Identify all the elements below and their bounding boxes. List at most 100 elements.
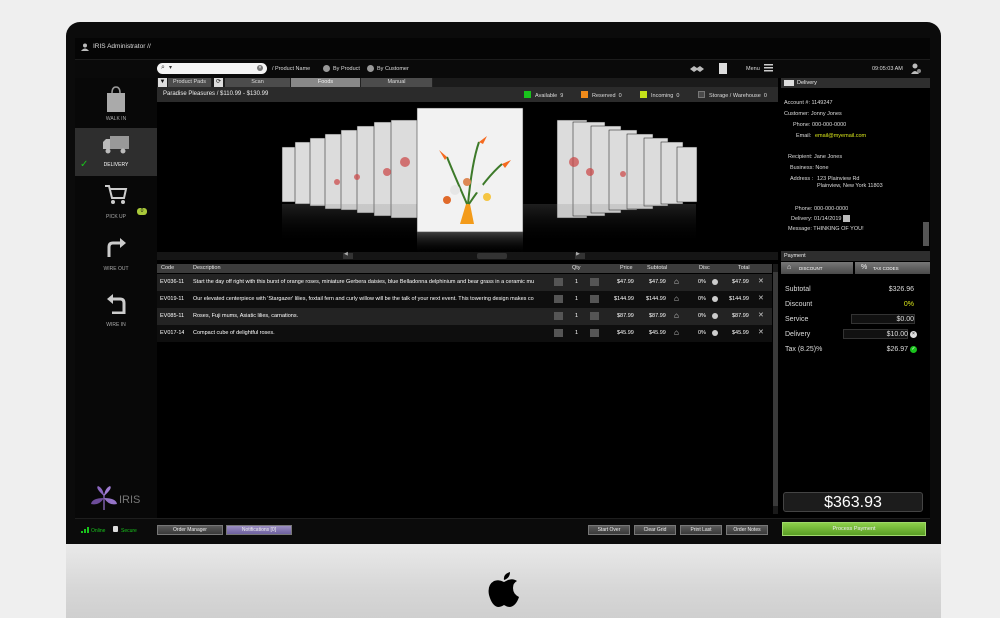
product-pads-icon[interactable]: ▼ (158, 78, 167, 87)
recipient-address-line1: 123 Plainview Rd (817, 176, 860, 182)
order-notes-button[interactable]: Order Notes (726, 525, 768, 535)
row-minus-button[interactable] (554, 329, 563, 337)
search-input[interactable]: ⌕ ▾ × (157, 63, 267, 74)
legend-available: Available 9 (524, 91, 563, 99)
discount-clear-icon[interactable] (712, 296, 718, 302)
table-row[interactable]: EV085-11 Roses, Fuji mums, Asiatic lilie… (157, 308, 772, 325)
tab-foods[interactable]: Foods (291, 78, 361, 87)
discount-clear-icon[interactable] (712, 330, 718, 336)
start-over-button[interactable]: Start Over (588, 525, 630, 535)
tax-codes-button[interactable]: % TAX CODES (855, 262, 930, 274)
row-plus-button[interactable] (590, 312, 599, 320)
row-subtotal: $45.99 (649, 330, 666, 336)
payment-header: Payment (781, 251, 930, 261)
by-customer-radio[interactable] (367, 65, 374, 72)
col-qty: Qty (572, 265, 581, 271)
tag-icon[interactable]: ⌂ (674, 294, 679, 303)
col-code: Code (161, 265, 175, 271)
sidebar-item-delivery[interactable]: ✓ DELIVERY (75, 128, 157, 176)
user-settings-icon[interactable] (911, 63, 921, 74)
row-minus-button[interactable] (554, 295, 563, 303)
online-status: Online (91, 528, 106, 534)
filter-icon: ▾ (169, 65, 173, 71)
delivery-scrollbar[interactable] (923, 222, 929, 246)
customer-name: Customer: Jonny Jones (784, 111, 842, 117)
table-row[interactable]: EV017-14 Compact cube of delightful rose… (157, 325, 772, 342)
legend-reserved: Reserved 0 (581, 91, 622, 99)
shopping-cart-icon (104, 184, 128, 206)
signal-icon (81, 527, 89, 533)
row-delete-icon[interactable]: ✕ (758, 277, 764, 285)
row-disc: 0% (698, 279, 706, 285)
tag-icon[interactable]: ⌂ (674, 328, 679, 337)
menu-icon[interactable] (764, 64, 773, 72)
product-tabs: ▼ Product Pads ⟳ Scan Foods Manual (157, 78, 778, 87)
by-product-label: By Product (333, 66, 360, 72)
print-last-button[interactable]: Print Last (680, 525, 722, 535)
table-row[interactable]: EV019-11 Our elevated centerpiece with '… (157, 291, 772, 308)
discount-clear-icon[interactable] (712, 279, 718, 285)
col-subtotal: Subtotal (647, 265, 668, 271)
row-disc: 0% (698, 296, 706, 302)
tag-icon[interactable]: ⌂ (674, 311, 679, 320)
tab-product-pads[interactable]: Product Pads (168, 78, 212, 87)
row-code: EV036-11 (160, 279, 185, 285)
row-delete-icon[interactable]: ✕ (758, 311, 764, 319)
row-minus-button[interactable] (554, 278, 563, 286)
sidebar-item-pick-up[interactable]: 0 PICK UP (75, 180, 157, 226)
product-carousel[interactable]: ◀ ▶ (157, 102, 778, 262)
sidebar-item-walk-in[interactable]: WALK IN (75, 82, 157, 128)
discount-clear-icon[interactable] (712, 313, 718, 319)
col-description: Description (193, 265, 221, 271)
reserved-swatch (581, 91, 588, 98)
user-icon (81, 43, 89, 51)
by-product-radio[interactable] (323, 65, 330, 72)
product-name-label: / Product Name (272, 66, 311, 72)
carousel-prev-icon[interactable]: ◀ (344, 251, 348, 257)
row-description: Roses, Fuji mums, Asiatic lilies, carnat… (193, 313, 299, 319)
row-total: $45.99 (732, 330, 749, 336)
by-customer-label: By Customer (377, 66, 409, 72)
table-row[interactable]: EV036-11 Start the day off right with th… (157, 274, 772, 291)
row-plus-button[interactable] (590, 329, 599, 337)
notifications-button[interactable]: Notifications [0] (226, 525, 292, 535)
row-plus-button[interactable] (590, 295, 599, 303)
row-minus-button[interactable] (554, 312, 563, 320)
sidebar-label: DELIVERY (103, 162, 129, 168)
table-scrollbar[interactable] (773, 264, 778, 514)
sidebar-label: WALK IN (105, 116, 127, 122)
process-payment-button[interactable]: Process Payment (782, 522, 926, 536)
menu-label[interactable]: Menu (746, 66, 760, 72)
tag-icon[interactable]: ⌂ (674, 277, 679, 286)
col-price: Price (620, 265, 633, 271)
delivery-fee-clear-icon[interactable]: × (910, 331, 917, 338)
available-swatch (524, 91, 531, 98)
monitor-chin (66, 544, 941, 618)
tab-manual[interactable]: Manual (361, 78, 433, 87)
row-delete-icon[interactable]: ✕ (758, 294, 764, 302)
handshake-icon[interactable] (689, 63, 705, 74)
row-delete-icon[interactable]: ✕ (758, 328, 764, 336)
document-icon[interactable] (719, 63, 727, 74)
legend-incoming: Incoming 0 (640, 91, 679, 99)
refresh-icon[interactable]: ⟳ (214, 78, 223, 87)
table-scroll-thumb[interactable] (773, 272, 778, 506)
calendar-icon[interactable] (843, 215, 850, 222)
clear-grid-button[interactable]: Clear Grid (634, 525, 676, 535)
discount-button[interactable]: ⌂ DISCOUNT (781, 262, 853, 274)
carousel-next-icon[interactable]: ▶ (576, 251, 580, 257)
clear-search-icon[interactable]: × (257, 65, 263, 71)
product-title: Paradise Pleasures / $110.99 - $130.99 (163, 91, 269, 97)
row-total: $47.99 (732, 279, 749, 285)
sidebar-item-wire-out[interactable]: WIRE OUT (75, 232, 157, 278)
tab-scan[interactable]: Scan (225, 78, 291, 87)
row-subtotal: $47.99 (649, 279, 666, 285)
arrow-out-icon (106, 236, 128, 258)
row-qty: 1 (575, 313, 579, 319)
row-description: Our elevated centerpiece with 'Stargazer… (193, 296, 534, 302)
tax-codes-button-label: TAX CODES (873, 266, 899, 271)
row-plus-button[interactable] (590, 278, 599, 286)
customer-email[interactable]: email@myemail.com (815, 133, 866, 139)
order-manager-button[interactable]: Order Manager (157, 525, 223, 535)
sidebar-item-wire-in[interactable]: WIRE IN (75, 288, 157, 334)
